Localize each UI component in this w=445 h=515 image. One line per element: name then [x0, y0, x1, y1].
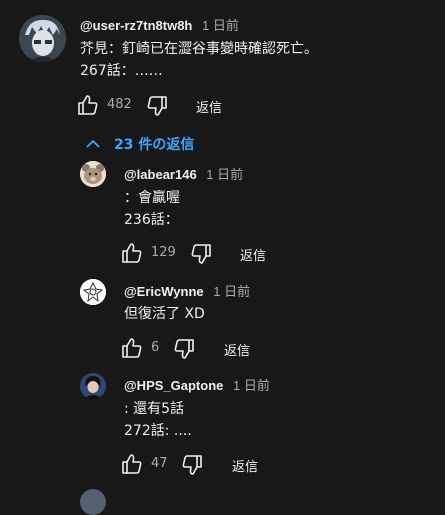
reply-avatar[interactable]: [80, 161, 106, 187]
reply-timestamp[interactable]: 1 日前: [233, 378, 270, 393]
reply-header: @EricWynne 1 日前: [124, 281, 250, 300]
reply-like-count: 6: [151, 340, 160, 355]
replies-toggle[interactable]: 23 件の返信: [84, 134, 194, 154]
reply-like-button[interactable]: [120, 336, 144, 360]
thumbs-up-icon: [122, 338, 142, 358]
reply-reply-button[interactable]: 返信: [232, 456, 258, 475]
comment-line-2: 267話：……: [80, 63, 163, 79]
reply-author-handle[interactable]: @HPS_Gaptone: [124, 378, 223, 393]
thumbs-down-icon: [147, 96, 167, 116]
comment-like-count: 482: [107, 97, 132, 112]
reply-author-handle[interactable]: @EricWynne: [124, 284, 204, 299]
thumbs-up-icon: [122, 243, 142, 263]
reply-like-count: 129: [151, 245, 176, 260]
comment-header: @user-rz7tn8tw8h 1 日前: [80, 15, 239, 34]
reply-body: ：會贏喔 236話：: [124, 187, 180, 231]
reply-header: @HPS_Gaptone 1 日前: [124, 375, 270, 394]
comment-timestamp[interactable]: 1 日前: [202, 18, 239, 33]
reply-like-count: 47: [151, 456, 168, 471]
comment-reply-button[interactable]: 返信: [196, 97, 222, 116]
reply-author-handle[interactable]: @labear146: [124, 167, 197, 182]
reply-body: : 還有5話 272話: ....: [124, 398, 192, 442]
reply-like-button[interactable]: [120, 452, 144, 476]
chevron-up-icon: [86, 139, 100, 148]
reply-dislike-button[interactable]: [180, 453, 204, 477]
commenter-avatar[interactable]: [19, 15, 66, 62]
thumbs-down-icon: [174, 339, 194, 359]
reply-header: @labear146 1 日前: [124, 164, 243, 183]
thumbs-down-icon: [182, 455, 202, 475]
reply-reply-button[interactable]: 返信: [240, 245, 266, 264]
replies-toggle-label: 23 件の返信: [114, 137, 195, 153]
reply-reply-button[interactable]: 返信: [224, 340, 250, 359]
reply-line-2: 236話：: [124, 212, 179, 228]
comment-like-button[interactable]: [76, 93, 100, 117]
comment-line-1: 芥見：釘崎已在澀谷事變時確認死亡。: [80, 41, 318, 57]
comment-author-handle[interactable]: @user-rz7tn8tw8h: [80, 18, 192, 33]
comment-body: 芥見：釘崎已在澀谷事變時確認死亡。 267話：……: [80, 38, 318, 82]
reply-line-1: 但復活了 XD: [124, 306, 205, 322]
reply-body: 但復活了 XD: [124, 303, 205, 325]
reply-avatar[interactable]: [80, 279, 106, 305]
reply-timestamp[interactable]: 1 日前: [206, 167, 243, 182]
reply-line-1: ：會贏喔: [124, 190, 180, 206]
reply-line-2: 272話: ....: [124, 423, 192, 439]
reply-timestamp[interactable]: 1 日前: [213, 284, 250, 299]
comment-dislike-button[interactable]: [145, 94, 169, 118]
thumbs-up-icon: [78, 95, 98, 115]
reply-dislike-button[interactable]: [189, 242, 213, 266]
reply-dislike-button[interactable]: [172, 337, 196, 361]
reply-line-1: : 還有5話: [124, 401, 185, 417]
reply-avatar[interactable]: [80, 373, 106, 399]
thumbs-up-icon: [122, 454, 142, 474]
thumbs-down-icon: [191, 244, 211, 264]
reply-like-button[interactable]: [120, 241, 144, 265]
